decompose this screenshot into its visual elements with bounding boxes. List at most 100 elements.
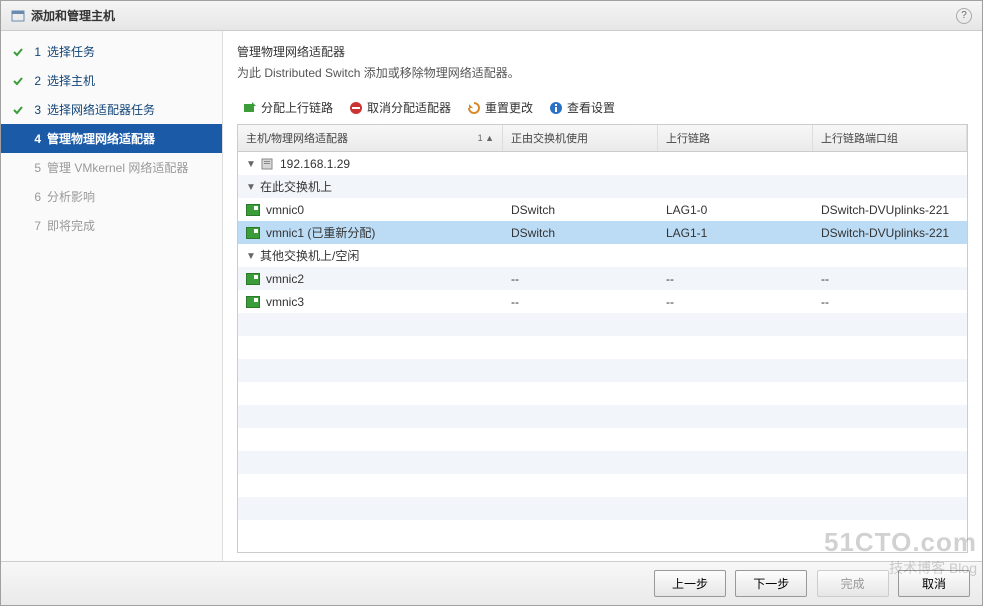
nic-icon: [246, 227, 260, 239]
reset-label: 重置更改: [485, 99, 533, 116]
row-label: 192.168.1.29: [280, 157, 350, 171]
col-used-by-switch[interactable]: 正由交换机使用: [503, 125, 658, 151]
step-label: 即将完成: [47, 217, 212, 234]
cell-c3: LAG1-0: [658, 203, 813, 217]
empty-row: [238, 428, 967, 451]
dialog-footer: 上一步 下一步 完成 取消: [1, 561, 982, 605]
empty-row: [238, 451, 967, 474]
cell-c3: LAG1-1: [658, 226, 813, 240]
back-button[interactable]: 上一步: [654, 570, 726, 597]
assign-icon: [243, 101, 257, 115]
dialog-title: 添加和管理主机: [31, 7, 956, 24]
cell-c2: --: [503, 272, 658, 286]
nic-icon: [246, 273, 260, 285]
step-label: 选择主机: [47, 72, 212, 89]
wizard-step-3[interactable]: 3 选择网络适配器任务: [1, 95, 222, 124]
col-uplink[interactable]: 上行链路: [658, 125, 813, 151]
group-row[interactable]: ▼其他交换机上/空闲: [238, 244, 967, 267]
window-icon: [11, 9, 25, 23]
empty-row: [238, 313, 967, 336]
titlebar: 添加和管理主机 ?: [1, 1, 982, 31]
wizard-dialog: 添加和管理主机 ? 1 选择任务2 选择主机3 选择网络适配器任务4 管理物理网…: [0, 0, 983, 606]
unassign-label: 取消分配适配器: [367, 99, 451, 116]
row-label: 在此交换机上: [260, 178, 332, 195]
info-icon: [549, 101, 563, 115]
unassign-button[interactable]: 取消分配适配器: [343, 97, 457, 118]
adapter-toolbar: 分配上行链路 取消分配适配器 重置更改 查看设置: [237, 97, 968, 118]
step-label: 管理 VMkernel 网络适配器: [47, 159, 212, 176]
cell-c3: --: [658, 295, 813, 309]
empty-row: [238, 382, 967, 405]
grid-body[interactable]: ▼192.168.1.29▼在此交换机上vmnic0DSwitchLAG1-0D…: [238, 152, 967, 552]
check-icon: [11, 103, 25, 117]
col-uplink-portgroup[interactable]: 上行链路端口组: [813, 125, 967, 151]
check-icon: [11, 161, 25, 175]
step-number: 3: [29, 103, 41, 117]
nic-icon: [246, 296, 260, 308]
step-label: 管理物理网络适配器: [47, 130, 212, 147]
step-number: 1: [29, 45, 41, 59]
panel-subheading: 为此 Distributed Switch 添加或移除物理网络适配器。: [237, 64, 968, 81]
empty-row: [238, 520, 967, 543]
toggle-icon[interactable]: ▼: [246, 251, 256, 261]
cell-c4: --: [813, 295, 967, 309]
panel-heading: 管理物理网络适配器: [237, 43, 968, 60]
step-number: 2: [29, 74, 41, 88]
toggle-icon[interactable]: ▼: [246, 159, 256, 169]
row-label: vmnic1 (已重新分配): [266, 224, 375, 241]
main-panel: 管理物理网络适配器 为此 Distributed Switch 添加或移除物理网…: [223, 31, 982, 561]
reset-button[interactable]: 重置更改: [461, 97, 539, 118]
cell-c4: --: [813, 272, 967, 286]
step-number: 7: [29, 219, 41, 233]
col-host-adapter[interactable]: 主机/物理网络适配器1 ▲: [238, 125, 503, 151]
host-icon: [260, 158, 274, 170]
cell-c2: --: [503, 295, 658, 309]
step-number: 5: [29, 161, 41, 175]
adapter-row[interactable]: vmnic1 (已重新分配) DSwitchLAG1-1DSwitch-DVUpl…: [238, 221, 967, 244]
row-label: vmnic3: [266, 295, 304, 309]
step-label: 选择网络适配器任务: [47, 101, 212, 118]
sort-indicator: 1 ▲: [478, 133, 494, 143]
wizard-step-1[interactable]: 1 选择任务: [1, 37, 222, 66]
host-row[interactable]: ▼ 192.168.1.29: [238, 152, 967, 175]
adapter-grid: 主机/物理网络适配器1 ▲ 正由交换机使用 上行链路 上行链路端口组 ▼ 192.…: [237, 124, 968, 553]
row-label: vmnic2: [266, 272, 304, 286]
next-button[interactable]: 下一步: [735, 570, 807, 597]
row-label: vmnic0: [266, 203, 304, 217]
empty-row: [238, 474, 967, 497]
wizard-step-7: 7 即将完成: [1, 211, 222, 240]
dialog-body: 1 选择任务2 选择主机3 选择网络适配器任务4 管理物理网络适配器5 管理 V…: [1, 31, 982, 561]
adapter-row[interactable]: vmnic3------: [238, 290, 967, 313]
empty-row: [238, 359, 967, 382]
assign-uplink-button[interactable]: 分配上行链路: [237, 97, 339, 118]
check-icon: [11, 45, 25, 59]
view-settings-button[interactable]: 查看设置: [543, 97, 621, 118]
view-label: 查看设置: [567, 99, 615, 116]
adapter-row[interactable]: vmnic2------: [238, 267, 967, 290]
toggle-icon[interactable]: ▼: [246, 182, 256, 192]
check-icon: [11, 74, 25, 88]
check-icon: [11, 190, 25, 204]
cell-c4: DSwitch-DVUplinks-221: [813, 226, 967, 240]
reset-icon: [467, 101, 481, 115]
empty-row: [238, 497, 967, 520]
cell-c2: DSwitch: [503, 226, 658, 240]
wizard-step-2[interactable]: 2 选择主机: [1, 66, 222, 95]
group-row[interactable]: ▼ 在此交换机上: [238, 175, 967, 198]
wizard-step-4[interactable]: 4 管理物理网络适配器: [1, 124, 222, 153]
check-icon: [11, 219, 25, 233]
empty-row: [238, 405, 967, 428]
cell-c3: --: [658, 272, 813, 286]
wizard-step-6: 6 分析影响: [1, 182, 222, 211]
step-number: 6: [29, 190, 41, 204]
cancel-button[interactable]: 取消: [898, 570, 970, 597]
step-label: 分析影响: [47, 188, 212, 205]
grid-header: 主机/物理网络适配器1 ▲ 正由交换机使用 上行链路 上行链路端口组: [238, 125, 967, 152]
nic-icon: [246, 204, 260, 216]
wizard-sidebar: 1 选择任务2 选择主机3 选择网络适配器任务4 管理物理网络适配器5 管理 V…: [1, 31, 223, 561]
help-icon[interactable]: ?: [956, 8, 972, 24]
wizard-step-5: 5 管理 VMkernel 网络适配器: [1, 153, 222, 182]
step-number: 4: [29, 132, 41, 146]
unassign-icon: [349, 101, 363, 115]
adapter-row[interactable]: vmnic0DSwitchLAG1-0DSwitch-DVUplinks-221: [238, 198, 967, 221]
